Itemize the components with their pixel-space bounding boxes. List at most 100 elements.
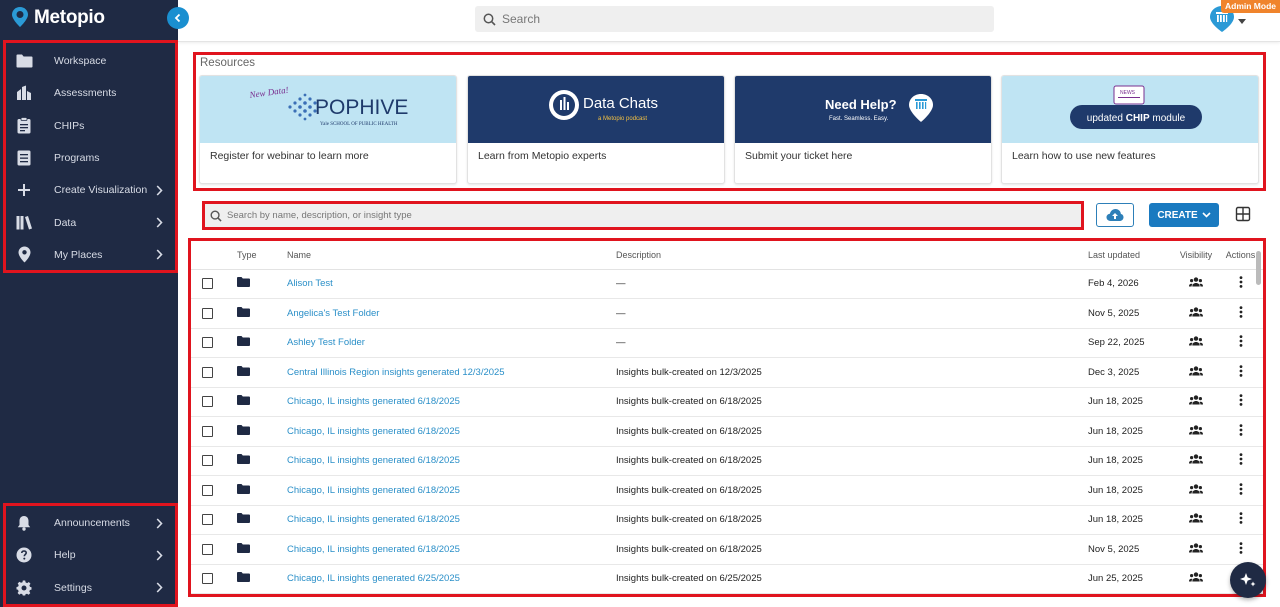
grid-view-button[interactable] xyxy=(1235,206,1253,224)
chevron-right-icon xyxy=(153,217,165,228)
resource-card-pophive[interactable]: New Data! POPHIVE Yale SCHOOL OF PUBLIC … xyxy=(199,75,457,184)
row-name-link[interactable]: Chicago, IL insights generated 6/18/2025 xyxy=(287,514,460,525)
more-actions-icon[interactable] xyxy=(1239,512,1243,527)
row-description: Insights bulk-created on 6/18/2025 xyxy=(616,484,762,496)
table-row[interactable]: Chicago, IL insights generated 6/18/2025… xyxy=(191,534,1263,565)
more-actions-icon[interactable] xyxy=(1239,394,1243,409)
chevron-left-icon xyxy=(174,13,181,23)
more-actions-icon[interactable] xyxy=(1239,482,1243,498)
table-row[interactable]: Chicago, IL insights generated 6/25/2025… xyxy=(191,564,1263,594)
chip-module-banner: NEWS updated CHIP module xyxy=(1002,76,1258,143)
upload-button[interactable] xyxy=(1096,203,1134,227)
table-row[interactable]: Chicago, IL insights generated 6/18/2025… xyxy=(191,446,1263,476)
gear-icon xyxy=(14,578,34,598)
metopio-pin-icon xyxy=(12,6,28,30)
row-description: Insights bulk-created on 6/18/2025 xyxy=(616,514,762,526)
ai-assistant-button[interactable] xyxy=(1230,562,1266,598)
shared-visibility-icon xyxy=(1189,513,1203,526)
resource-card-caption: Submit your ticket here xyxy=(745,150,853,162)
row-checkbox[interactable] xyxy=(202,366,213,378)
column-header-name[interactable]: Name xyxy=(284,241,611,270)
more-actions-icon[interactable] xyxy=(1239,276,1243,291)
table-row[interactable]: Alison Test — Feb 4, 2026 xyxy=(191,269,1263,299)
resource-card-chip-module[interactable]: NEWS updated CHIP module Learn how to us… xyxy=(1001,75,1259,184)
row-last-updated: Jun 18, 2025 xyxy=(1088,455,1143,467)
global-search-input[interactable] xyxy=(502,12,982,26)
row-description: — xyxy=(616,337,626,349)
row-name-link[interactable]: Chicago, IL insights generated 6/18/2025 xyxy=(287,396,460,407)
more-actions-icon[interactable] xyxy=(1239,541,1243,557)
resource-card-data-chats[interactable]: Data Chats a Metopio podcast Learn from … xyxy=(467,75,725,184)
more-actions-icon[interactable] xyxy=(1239,335,1243,350)
more-actions-icon[interactable] xyxy=(1239,423,1243,439)
row-checkbox[interactable] xyxy=(202,573,213,585)
sidebar-item-label: CHIPs xyxy=(54,119,85,132)
column-header-last-updated[interactable]: Last updated xyxy=(1082,241,1170,270)
row-name-link[interactable]: Chicago, IL insights generated 6/18/2025 xyxy=(287,485,460,496)
sparkle-icon xyxy=(1240,573,1256,587)
sidebar-item-my-places[interactable]: My Places xyxy=(6,239,175,271)
row-name-link[interactable]: Chicago, IL insights generated 6/18/2025 xyxy=(287,455,460,466)
row-checkbox[interactable] xyxy=(202,278,213,290)
caret-down-icon[interactable] xyxy=(1238,14,1246,28)
row-checkbox[interactable] xyxy=(202,484,213,496)
resource-card-caption: Learn how to use new features xyxy=(1012,150,1156,162)
brand-logo[interactable]: Metopio xyxy=(12,6,105,30)
shared-visibility-icon xyxy=(1189,425,1203,438)
sidebar-collapse-button[interactable] xyxy=(167,7,189,29)
table-row[interactable]: Ashley Test Folder — Sep 22, 2025 xyxy=(191,328,1263,358)
sidebar-item-announcements[interactable]: Announcements xyxy=(6,507,175,539)
row-checkbox[interactable] xyxy=(202,425,213,437)
workspace-search-input[interactable] xyxy=(227,210,1067,221)
column-header-type[interactable]: Type xyxy=(229,241,284,270)
sidebar-item-programs[interactable]: Programs xyxy=(6,142,175,174)
more-actions-icon[interactable] xyxy=(1239,305,1243,321)
row-name-link[interactable]: Chicago, IL insights generated 6/25/2025 xyxy=(287,573,460,584)
more-actions-icon[interactable] xyxy=(1239,453,1243,468)
sidebar: Metopio Workspace Assessments CHIPs Program… xyxy=(0,0,178,607)
table-row[interactable]: Angelica's Test Folder — Nov 5, 2025 xyxy=(191,298,1263,329)
sidebar-item-workspace[interactable]: Workspace xyxy=(6,45,175,77)
assessment-icon xyxy=(14,83,34,103)
workspace-search[interactable] xyxy=(202,201,1084,230)
shared-visibility-icon xyxy=(1189,572,1203,585)
row-name-link[interactable]: Chicago, IL insights generated 6/18/2025 xyxy=(287,426,460,437)
row-name-link[interactable]: Central Illinois Region insights generat… xyxy=(287,367,505,378)
row-checkbox[interactable] xyxy=(202,455,213,467)
row-checkbox[interactable] xyxy=(202,514,213,526)
sidebar-item-help[interactable]: Help xyxy=(6,539,175,571)
search-icon xyxy=(483,13,496,26)
row-checkbox[interactable] xyxy=(202,543,213,555)
resource-card-need-help[interactable]: Need Help? Fast. Seamless. Easy. Submit … xyxy=(734,75,992,184)
resource-card-caption: Learn from Metopio experts xyxy=(478,150,607,162)
sidebar-item-assessments[interactable]: Assessments xyxy=(6,77,175,109)
folder-icon xyxy=(237,542,250,556)
row-name-link[interactable]: Ashley Test Folder xyxy=(287,337,365,348)
shared-visibility-icon xyxy=(1189,366,1203,379)
row-name-link[interactable]: Alison Test xyxy=(287,278,333,289)
sidebar-item-create-visualization[interactable]: Create Visualization xyxy=(6,174,175,206)
global-search[interactable] xyxy=(475,6,994,32)
row-last-updated: Jun 18, 2025 xyxy=(1088,396,1143,408)
row-description: Insights bulk-created on 6/18/2025 xyxy=(616,543,762,555)
row-checkbox[interactable] xyxy=(202,396,213,408)
row-checkbox[interactable] xyxy=(202,307,213,319)
column-header-description[interactable]: Description xyxy=(611,241,1082,270)
sidebar-item-data[interactable]: Data xyxy=(6,206,175,238)
create-button[interactable]: CREATE xyxy=(1149,203,1219,227)
more-actions-icon[interactable] xyxy=(1239,364,1243,380)
table-scrollbar[interactable] xyxy=(1256,251,1261,285)
row-last-updated: Jun 25, 2025 xyxy=(1088,573,1143,585)
row-checkbox[interactable] xyxy=(202,337,213,349)
sidebar-item-chips[interactable]: CHIPs xyxy=(6,110,175,142)
top-bar: Admin Mode xyxy=(178,0,1280,42)
row-name-link[interactable]: Angelica's Test Folder xyxy=(287,308,379,319)
table-row[interactable]: Chicago, IL insights generated 6/18/2025… xyxy=(191,505,1263,535)
table-row[interactable]: Central Illinois Region insights generat… xyxy=(191,357,1263,388)
table-row[interactable]: Chicago, IL insights generated 6/18/2025… xyxy=(191,475,1263,506)
table-row[interactable]: Chicago, IL insights generated 6/18/2025… xyxy=(191,387,1263,417)
sidebar-item-settings[interactable]: Settings xyxy=(6,572,175,604)
row-last-updated: Feb 4, 2026 xyxy=(1088,278,1139,290)
row-name-link[interactable]: Chicago, IL insights generated 6/18/2025 xyxy=(287,544,460,555)
table-row[interactable]: Chicago, IL insights generated 6/18/2025… xyxy=(191,416,1263,447)
